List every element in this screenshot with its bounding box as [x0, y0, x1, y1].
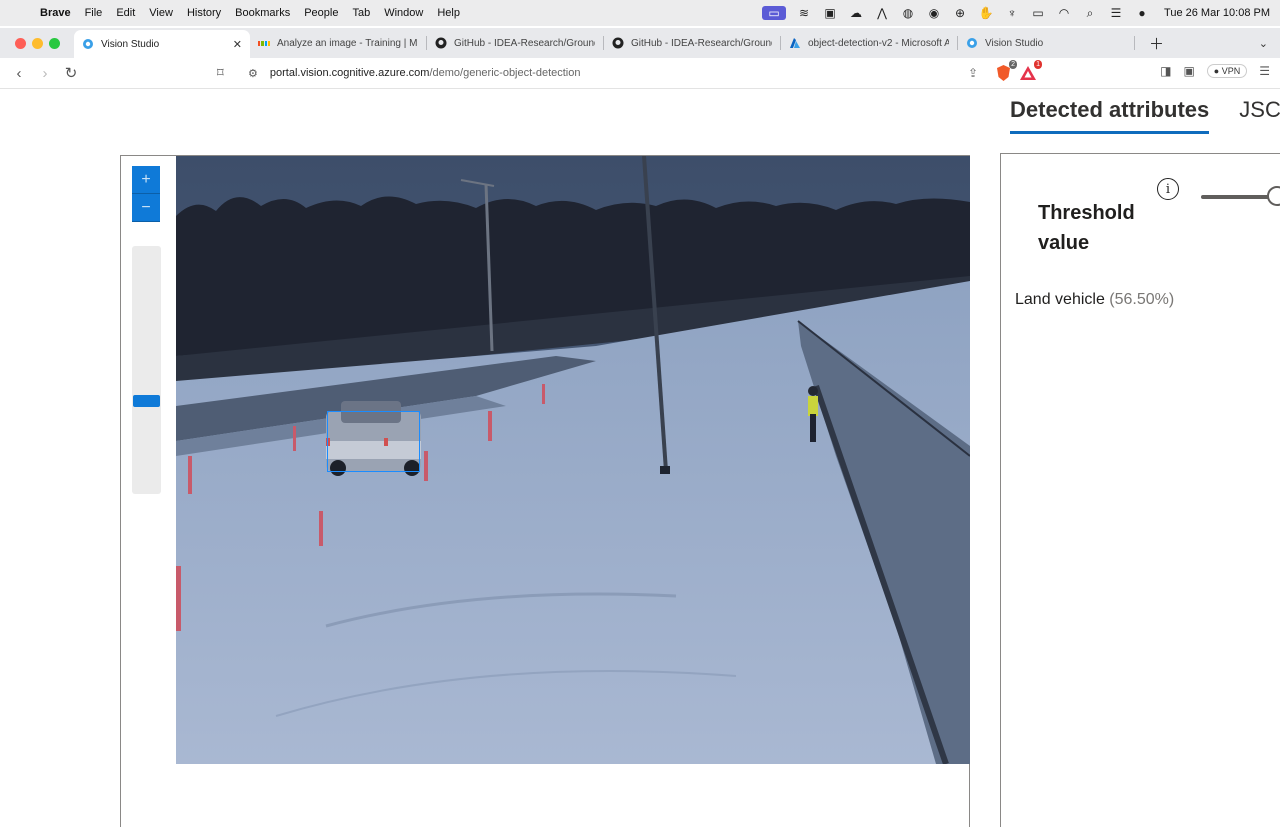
hamburger-menu-icon[interactable]: ☰: [1259, 64, 1270, 78]
sidebar-toggle-icon[interactable]: ◨: [1160, 64, 1171, 78]
forward-arrow-icon[interactable]: ›: [38, 65, 52, 82]
vpn-label: VPN: [1221, 66, 1241, 76]
globe-icon[interactable]: ◍: [900, 6, 916, 20]
microsoft-icon: [258, 37, 270, 49]
detected-object-confidence: (56.50%): [1109, 291, 1175, 308]
tab-title: object-detection-v2 - Microsoft A: [808, 37, 949, 49]
browser-tab-vision-studio[interactable]: Vision Studio ✕: [74, 30, 250, 58]
browser-tab-github-2[interactable]: GitHub - IDEA-Research/Groundin: [604, 30, 780, 56]
hand-icon[interactable]: ✋: [978, 6, 994, 20]
menu-edit[interactable]: Edit: [116, 7, 135, 19]
browser-tab-object-detection[interactable]: object-detection-v2 - Microsoft A: [781, 30, 957, 56]
brave-rewards-badge: 1: [1034, 60, 1042, 69]
bookmark-icon[interactable]: ⌑: [217, 65, 224, 81]
address-bar[interactable]: ⚙ portal.vision.cognitive.azure.com/demo…: [240, 61, 988, 85]
threshold-slider-thumb[interactable]: [1267, 186, 1280, 206]
control-center-icon[interactable]: ☰: [1108, 6, 1124, 20]
battery-icon[interactable]: ▭: [1030, 6, 1046, 20]
zoom-controls: + −: [132, 166, 160, 222]
zoom-in-button[interactable]: +: [132, 166, 160, 194]
snowy-parking-lot-image: [176, 156, 970, 764]
zoom-out-button[interactable]: −: [132, 194, 160, 222]
tab-title: GitHub - IDEA-Research/Grounde: [454, 37, 595, 49]
menu-help[interactable]: Help: [437, 7, 460, 19]
menu-view[interactable]: View: [149, 7, 173, 19]
azure-icon: [789, 37, 801, 49]
tab-json[interactable]: JSC: [1239, 97, 1280, 134]
browser-tab-vision-studio-2[interactable]: Vision Studio: [958, 30, 1134, 56]
menu-bookmarks[interactable]: Bookmarks: [235, 7, 290, 19]
tab-title: Analyze an image - Training | Micr: [277, 37, 418, 49]
spotlight-search-icon[interactable]: ⌕: [1082, 6, 1098, 20]
menu-tab[interactable]: Tab: [352, 7, 370, 19]
close-icon[interactable]: ✕: [233, 38, 242, 51]
github-icon: [435, 37, 447, 49]
tab-title: Vision Studio: [101, 38, 160, 50]
back-arrow-icon[interactable]: ‹: [12, 65, 26, 82]
macos-menubar: Brave File Edit View History Bookmarks P…: [0, 0, 1280, 26]
airdrop-icon[interactable]: ♆: [1004, 6, 1020, 20]
browser-tab-strip: Vision Studio ✕ Analyze an image - Train…: [0, 28, 1280, 58]
vision-studio-icon: [966, 37, 978, 49]
app-status-icon[interactable]: ▣: [822, 6, 838, 20]
url-path: /demo/generic-object-detection: [429, 67, 581, 79]
editor-extension-icon[interactable]: ≋: [796, 6, 812, 20]
fullscreen-window-button[interactable]: [49, 37, 60, 49]
siri-icon[interactable]: ●: [1134, 6, 1150, 20]
shield-status-icon[interactable]: ◉: [926, 6, 942, 20]
status-area: ▭ ≋ ▣ ☁ ⋀ ◍ ◉ ⊕ ✋ ♆ ▭ ◠ ⌕ ☰ ● Tue 26 Mar…: [762, 0, 1270, 26]
url-host: portal.vision.cognitive.azure.com: [269, 67, 430, 79]
menu-people[interactable]: People: [304, 7, 338, 19]
github-icon: [612, 37, 624, 49]
detected-attributes-panel: Threshold value i Land vehicle (56.50%): [1000, 153, 1280, 827]
site-settings-icon[interactable]: ⚙: [248, 67, 258, 80]
analyzed-photo: [176, 156, 970, 764]
brave-shields-icon[interactable]: 2: [994, 60, 1017, 82]
menubar-clock[interactable]: Tue 26 Mar 10:08 PM: [1164, 7, 1270, 19]
image-viewer-panel: + −: [120, 155, 970, 827]
zoom-slider-thumb[interactable]: [133, 395, 160, 407]
menu-file[interactable]: File: [85, 7, 103, 19]
results-tabs: Detected attributes JSC: [1010, 97, 1280, 134]
notion-icon[interactable]: ⋀: [874, 6, 890, 20]
vision-studio-icon: [82, 38, 94, 50]
toolbar-right-tools: ◨ ▣ ● VPN ☰: [1160, 64, 1270, 78]
browser-toolbar: ‹ › ↻ ⌑ ⚙ portal.vision.cognitive.azure.…: [0, 58, 1280, 89]
wifi-icon[interactable]: ◠: [1056, 6, 1072, 20]
brave-rewards-icon[interactable]: 1: [1019, 60, 1042, 82]
zoom-slider[interactable]: [132, 246, 161, 494]
vpn-button[interactable]: ● VPN: [1206, 64, 1248, 78]
tab-title: GitHub - IDEA-Research/Groundin: [631, 37, 772, 49]
vision-studio-page: Detected attributes JSC + − Threshold va…: [0, 89, 1280, 827]
share-icon[interactable]: ⇪: [968, 66, 978, 80]
window-controls: [15, 37, 60, 49]
reload-icon[interactable]: ↻: [64, 64, 78, 82]
cloud-icon[interactable]: ☁: [848, 6, 864, 20]
menu-window[interactable]: Window: [384, 7, 423, 19]
tab-detected-attributes[interactable]: Detected attributes: [1010, 97, 1210, 134]
threshold-value-label: Threshold value: [1038, 202, 1135, 254]
tab-title: Vision Studio: [985, 37, 1044, 49]
tab-separator: [1134, 36, 1135, 50]
browser-tab-github-1[interactable]: GitHub - IDEA-Research/Grounde: [427, 30, 603, 56]
detected-object-label: Land vehicle: [1015, 291, 1105, 308]
chevron-down-icon[interactable]: ⌄: [1259, 37, 1268, 50]
detection-bounding-box[interactable]: [327, 411, 420, 472]
browser-tab-analyze-image[interactable]: Analyze an image - Training | Micr: [250, 30, 426, 56]
detected-object-item[interactable]: Land vehicle (56.50%): [1015, 291, 1174, 309]
brave-shields-badge: 2: [1009, 60, 1017, 69]
close-window-button[interactable]: [15, 37, 26, 49]
minimize-window-button[interactable]: [32, 37, 43, 49]
gamepad-icon[interactable]: ⊕: [952, 6, 968, 20]
wallet-icon[interactable]: ▣: [1183, 64, 1194, 78]
new-tab-icon[interactable]: ＋: [1149, 33, 1164, 54]
menu-brave[interactable]: Brave: [40, 7, 71, 19]
menu-history[interactable]: History: [187, 7, 221, 19]
screen-share-icon[interactable]: ▭: [762, 6, 787, 20]
info-icon[interactable]: i: [1157, 178, 1179, 200]
